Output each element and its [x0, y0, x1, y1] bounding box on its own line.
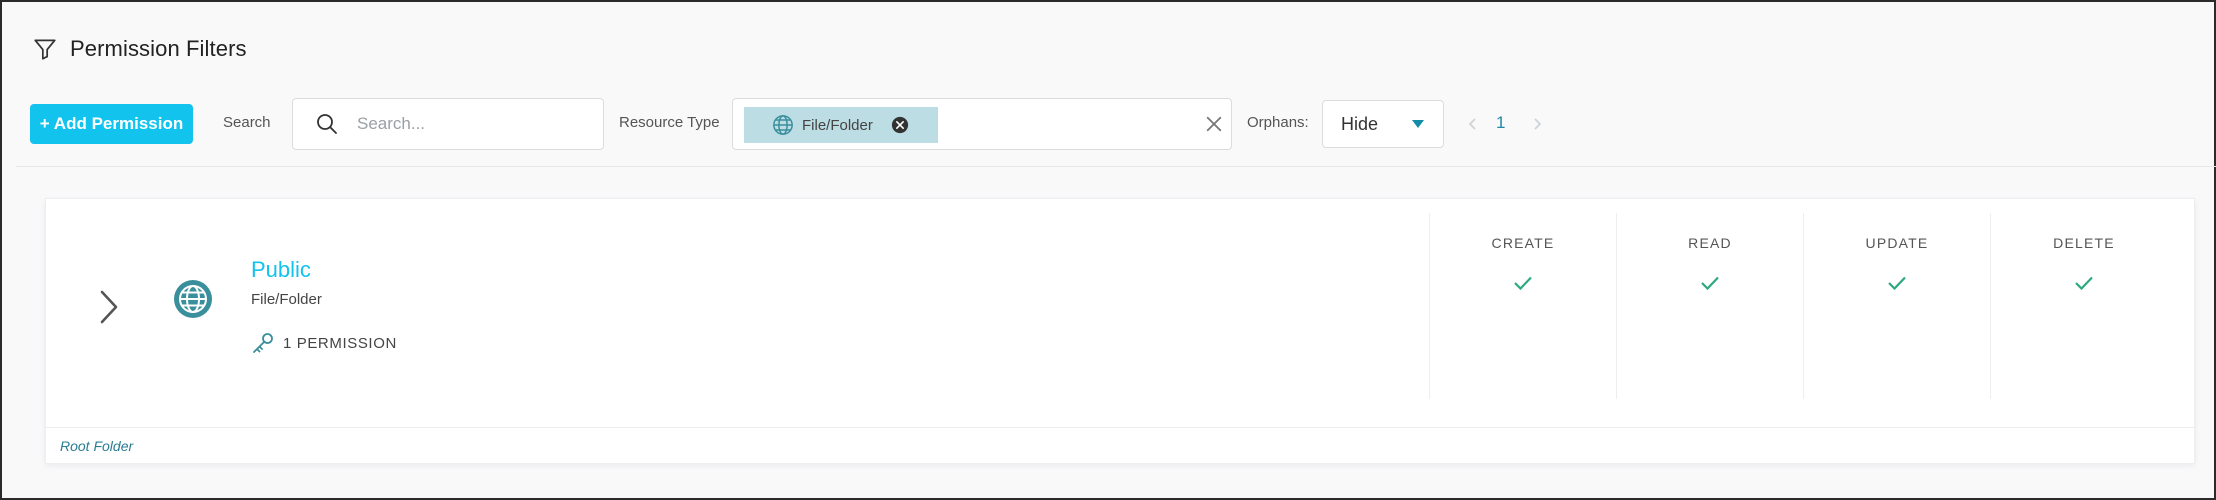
page-title: Permission Filters — [70, 36, 247, 61]
resource-type-select[interactable]: File/Folder — [732, 98, 1232, 150]
card-footer: Root Folder — [46, 427, 2194, 463]
column-header: UPDATE — [1865, 235, 1929, 251]
globe-icon — [174, 280, 212, 318]
chevron-left-icon[interactable] — [1466, 117, 1480, 131]
check-icon — [1514, 276, 1532, 291]
resource-type-label: Resource Type — [619, 114, 720, 131]
app-frame: Permission Filters + Add Permission Sear… — [0, 0, 2216, 500]
column-create: CREATE — [1429, 213, 1616, 399]
resource-type: File/Folder — [251, 291, 322, 308]
permission-count[interactable]: 1 PERMISSION — [251, 331, 397, 355]
key-icon — [253, 333, 273, 353]
search-label: Search — [223, 114, 271, 131]
chevron-right-icon[interactable] — [98, 289, 120, 325]
permission-count-label: 1 PERMISSION — [283, 334, 397, 352]
chevron-right-icon[interactable] — [1530, 117, 1544, 131]
check-icon — [1701, 276, 1719, 291]
column-read: READ — [1616, 213, 1803, 399]
resource-path: Root Folder — [60, 438, 134, 454]
check-icon — [2075, 276, 2093, 291]
add-permission-button[interactable]: + Add Permission — [30, 104, 193, 144]
divider — [16, 166, 2216, 167]
clear-icon[interactable] — [1205, 115, 1223, 133]
permission-card: Public File/Folder 1 PERMISSION CREATE R… — [45, 198, 2195, 464]
pagination-current-page[interactable]: 1 — [1496, 113, 1505, 133]
column-update: UPDATE — [1803, 213, 1990, 399]
column-header: READ — [1688, 235, 1732, 251]
toolbar: + Add Permission Search Resource Type Fi… — [30, 98, 2190, 150]
filter-icon — [34, 39, 56, 60]
column-delete: DELETE — [1990, 213, 2177, 399]
page-header: Permission Filters — [32, 36, 247, 62]
orphans-select[interactable]: Hide — [1322, 100, 1444, 148]
resource-type-chip: File/Folder — [744, 107, 938, 143]
resource-name-link[interactable]: Public — [251, 257, 311, 283]
orphans-value: Hide — [1341, 113, 1379, 134]
search-icon — [317, 114, 337, 134]
column-header: DELETE — [2053, 235, 2115, 251]
orphans-label: Orphans: — [1247, 114, 1309, 131]
globe-icon — [773, 115, 793, 135]
caret-down-icon — [1412, 120, 1424, 128]
column-header: CREATE — [1491, 235, 1555, 251]
search-box[interactable] — [292, 98, 604, 150]
check-icon — [1888, 276, 1906, 291]
chip-remove-icon[interactable] — [891, 116, 909, 134]
chip-label: File/Folder — [802, 116, 873, 134]
search-input[interactable] — [357, 114, 577, 134]
